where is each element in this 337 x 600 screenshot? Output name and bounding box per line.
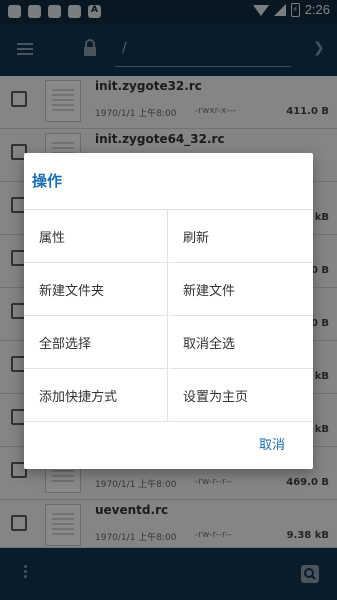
refresh-option[interactable]: 刷新 xyxy=(169,210,313,263)
new-file-option[interactable]: 新建文件 xyxy=(169,263,313,316)
dialog-title: 操作 xyxy=(32,172,63,190)
properties-option[interactable]: 属性 xyxy=(24,210,168,263)
add-shortcut-option[interactable]: 添加快捷方式 xyxy=(24,369,168,422)
cancel-button[interactable]: 取消 xyxy=(259,434,285,453)
deselect-all-option[interactable]: 取消全选 xyxy=(169,316,313,369)
select-all-option[interactable]: 全部选择 xyxy=(24,316,168,369)
actions-dialog: 操作 属性 刷新 新建文件夹 新建文件 全部选择 取消全选 添加快捷方式 设置为… xyxy=(24,153,313,469)
new-folder-option[interactable]: 新建文件夹 xyxy=(24,263,168,316)
set-as-home-option[interactable]: 设置为主页 xyxy=(169,369,313,422)
actions-grid: 属性 刷新 新建文件夹 新建文件 全部选择 取消全选 添加快捷方式 设置为主页 xyxy=(24,209,313,422)
